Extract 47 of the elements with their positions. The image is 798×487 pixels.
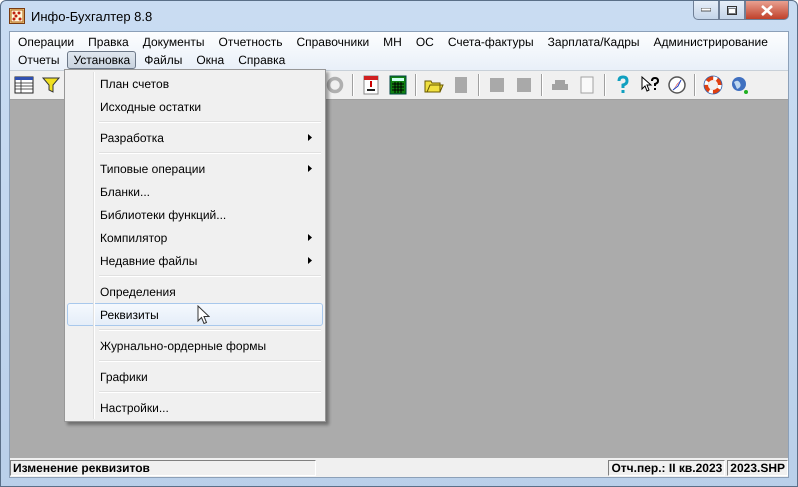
menu-bar-item[interactable]: ОС	[410, 33, 440, 51]
lifebuoy-icon[interactable]	[703, 75, 723, 95]
close-button[interactable]	[745, 1, 789, 20]
globe-icon[interactable]	[730, 75, 750, 95]
minimize-button[interactable]	[693, 1, 719, 20]
menu-bar-item[interactable]: Счета-фактуры	[442, 33, 540, 51]
window-title: Инфо-Бухгалтер 8.8	[31, 8, 152, 24]
menu-bar-item[interactable]: Окна	[190, 51, 230, 69]
filter-icon[interactable]	[41, 75, 61, 95]
status-period: Отч.пер.: II кв.2023	[608, 460, 726, 476]
menu-item[interactable]: Определения	[67, 280, 323, 303]
status-file: 2023.SHP	[727, 460, 788, 476]
menu-bar-item[interactable]: Файлы	[138, 51, 188, 69]
menu-bar-item[interactable]: Справочники	[290, 33, 376, 51]
maximize-button[interactable]	[719, 1, 745, 20]
menu-item[interactable]: Типовые операции	[67, 157, 323, 180]
menu-item[interactable]: Журнально-ордерные формы	[67, 334, 323, 357]
calendar-icon[interactable]	[361, 75, 381, 95]
menu-bar-item[interactable]: МН	[377, 33, 408, 51]
menu-item[interactable]: Библиотеки функций...	[67, 203, 323, 226]
menu-item[interactable]: Бланки...	[67, 180, 323, 203]
pointer-icon	[197, 305, 210, 325]
menu-bar-item[interactable]: Установка	[67, 51, 136, 69]
menu-bar-item[interactable]: Справка	[232, 51, 292, 69]
maximize-icon	[727, 6, 737, 14]
menu-bar-item[interactable]: Отчетность	[212, 33, 288, 51]
menu-bar-item[interactable]: Отчеты	[12, 51, 66, 69]
menu-bar-item[interactable]: Администрирование	[648, 33, 774, 51]
table-icon[interactable]	[14, 75, 34, 95]
menu-item[interactable]: План счетов	[67, 72, 323, 95]
abacus-icon	[9, 8, 25, 24]
menu-bar-item[interactable]: Правка	[82, 33, 135, 51]
menu-item[interactable]: Графики	[67, 365, 323, 388]
menu-item[interactable]: Реквизиты	[67, 303, 323, 326]
minimize-icon	[701, 8, 711, 12]
menu-item[interactable]: Компилятор	[67, 226, 323, 249]
menu-item[interactable]: Настройки...	[67, 396, 323, 419]
menu-bar-item[interactable]: Операции	[12, 33, 80, 51]
menu-item[interactable]: Разработка	[67, 126, 323, 149]
menu-item[interactable]: Недавние файлы	[67, 249, 323, 272]
close-icon	[761, 4, 773, 16]
menu-item[interactable]: Исходные остатки	[67, 95, 323, 118]
status-message: Изменение реквизитов	[10, 460, 316, 476]
compass-icon[interactable]	[667, 75, 687, 95]
calculator-icon[interactable]	[388, 75, 408, 95]
menu-bar-item[interactable]: Документы	[136, 33, 211, 51]
menu-bar-item[interactable]: Зарплата/Кадры	[542, 33, 646, 51]
